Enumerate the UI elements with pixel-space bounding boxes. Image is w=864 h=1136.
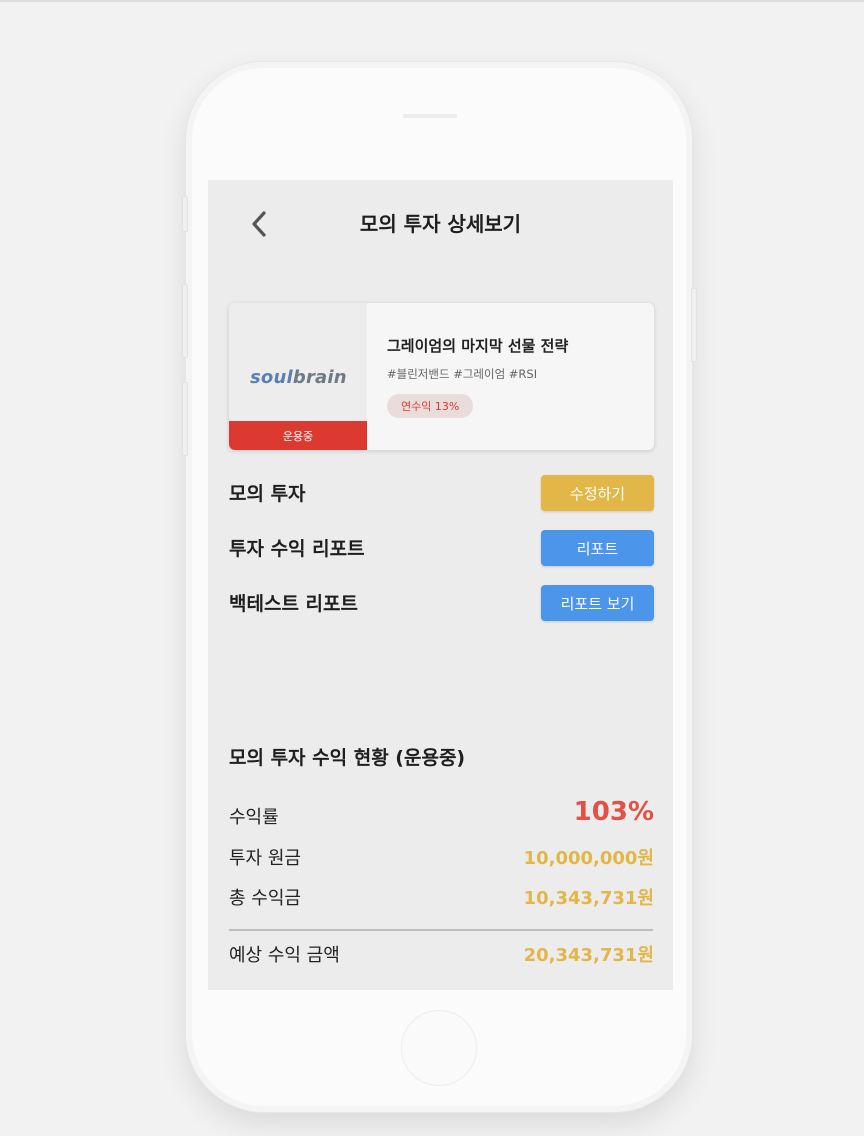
edit-button[interactable]: 수정하기 [541,475,654,511]
mock-invest-label: 모의 투자 [229,483,306,505]
phone-power-button [691,288,697,362]
strategy-card[interactable]: soulbrain 운용중 그레이엄의 마지막 선물 전략 #블린저밴드 #그레… [229,303,654,450]
phone-volume-up-button [182,284,188,358]
phone-home-button [401,1010,477,1086]
profit-report-label: 투자 수익 리포트 [229,538,365,560]
strategy-title: 그레이엄의 마지막 선물 전략 [387,337,569,355]
report-button[interactable]: 리포트 [541,530,654,566]
phone-speaker [403,114,457,118]
page-title: 모의 투자 상세보기 [359,212,522,236]
phone-volume-down-button [182,382,188,456]
top-border [0,0,864,2]
annual-return-badge: 연수익 13% [387,394,474,418]
summary-title: 모의 투자 수익 현황 (운용중) [229,747,466,769]
total-profit-label: 총 수익금 [229,888,301,909]
total-profit-value: 10,343,731원 [523,888,654,909]
return-rate-label: 수익률 [229,807,279,828]
status-badge: 운용중 [229,421,367,450]
return-rate-value: 103% [573,797,654,827]
phone-side-button-top [182,196,188,232]
backtest-report-label: 백테스트 리포트 [229,593,358,615]
view-report-button[interactable]: 리포트 보기 [541,585,654,621]
expected-amount-label: 예상 수익 금액 [229,945,340,966]
expected-amount-value: 20,343,731원 [523,945,654,966]
principal-value: 10,000,000원 [523,848,654,869]
company-logo: soulbrain [250,367,347,388]
app-screen: 모의 투자 상세보기 soulbrain 운용중 그레이엄의 마지막 선물 전략… [208,180,673,990]
summary-divider [229,929,653,931]
strategy-tags: #블린저밴드 #그레이엄 #RSI [387,367,538,381]
principal-label: 투자 원금 [229,848,301,869]
company-logo-image: soulbrain 운용중 [229,303,367,450]
